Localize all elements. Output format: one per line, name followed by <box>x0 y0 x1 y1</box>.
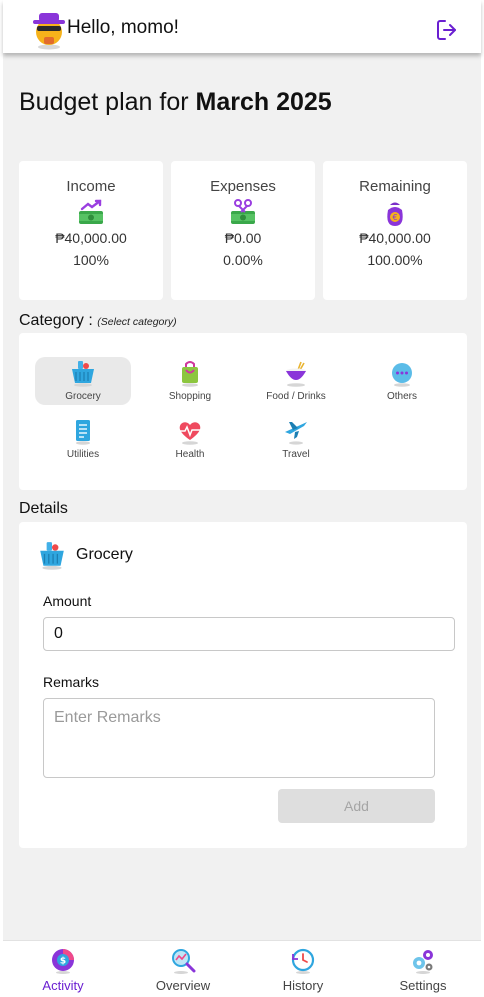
remaining-percent: 100.00% <box>367 252 423 268</box>
nav-label-history: History <box>282 978 324 993</box>
category-hint: (Select category) <box>97 316 177 328</box>
category-travel[interactable]: Travel <box>248 415 344 463</box>
money-up-icon <box>79 199 103 224</box>
nav-label-settings: Settings <box>399 978 447 993</box>
top-header: Hello, momo! <box>3 0 481 53</box>
expenses-percent: 0.00% <box>223 252 263 268</box>
nav-overview[interactable]: Overview <box>123 941 243 997</box>
svg-text:$: $ <box>60 957 66 967</box>
category-label-shopping: Shopping <box>168 391 212 402</box>
category-label-food-drinks: Food / Drinks <box>266 391 326 402</box>
amount-input[interactable] <box>43 617 455 651</box>
category-grocery[interactable]: Grocery <box>35 357 131 405</box>
dollar-coin-icon: $ <box>52 949 74 974</box>
income-percent: 100% <box>73 252 109 268</box>
remarks-label: Remarks <box>43 674 100 690</box>
nav-settings[interactable]: Settings <box>363 941 483 997</box>
details-card: Grocery Amount Remarks Add <box>19 522 467 848</box>
receipt-icon <box>76 420 90 445</box>
expenses-card: Expenses ₱0.00 0.00% <box>171 161 315 300</box>
category-utilities[interactable]: Utilities <box>35 415 131 463</box>
airplane-icon <box>285 422 307 445</box>
income-label: Income <box>66 178 116 195</box>
gears-icon <box>413 950 433 974</box>
nav-label-activity: Activity <box>42 978 84 993</box>
category-others[interactable]: Others <box>354 357 450 405</box>
selected-category-name: Grocery <box>76 546 133 563</box>
income-amount: ₱40,000.00 <box>55 230 127 246</box>
expenses-label: Expenses <box>210 178 276 195</box>
basket-icon <box>40 542 64 570</box>
category-label-health: Health <box>175 449 205 460</box>
logout-icon[interactable] <box>435 18 459 42</box>
shopping-bag-icon <box>182 361 198 387</box>
category-health[interactable]: Health <box>142 415 238 463</box>
clock-history-icon <box>291 948 315 974</box>
category-label-travel: Travel <box>282 449 310 460</box>
expenses-amount: ₱0.00 <box>224 230 262 246</box>
category-food-drinks[interactable]: Food / Drinks <box>248 357 344 405</box>
bottom-nav: $ Activity Overview History Settings <box>3 940 481 997</box>
heart-icon <box>179 422 201 445</box>
remaining-label: Remaining <box>359 178 431 195</box>
category-heading: Category : (Select category) <box>19 312 177 330</box>
details-heading: Details <box>19 500 68 517</box>
category-label-utilities: Utilities <box>66 449 100 460</box>
money-bag-icon: € <box>387 202 403 226</box>
income-card: Income ₱40,000.00 100% <box>19 161 163 300</box>
magnifier-chart-icon <box>172 949 196 974</box>
dots-icon <box>392 363 412 387</box>
greeting-text: Hello, momo! <box>67 17 179 38</box>
category-shopping[interactable]: Shopping <box>142 357 238 405</box>
remarks-input[interactable] <box>43 698 435 778</box>
category-label-grocery: Grocery <box>65 391 101 402</box>
title-month: March 2025 <box>195 88 332 116</box>
remaining-card: Remaining € ₱40,000.00 100.00% <box>323 161 467 300</box>
amount-label: Amount <box>43 593 92 609</box>
svg-text:€: € <box>392 213 397 222</box>
nav-history[interactable]: History <box>243 941 363 997</box>
basket-icon <box>72 361 94 387</box>
nav-label-overview: Overview <box>155 978 211 993</box>
page-title: Budget plan for March 2025 <box>19 88 332 117</box>
category-label-others: Others <box>386 391 417 402</box>
category-card: Grocery Shopping Food / Drinks Others Ut… <box>19 333 467 490</box>
add-button[interactable]: Add <box>278 789 435 823</box>
nav-activity[interactable]: $ Activity <box>3 941 123 997</box>
avatar-icon <box>33 13 65 50</box>
title-prefix: Budget plan for <box>19 88 196 116</box>
remaining-amount: ₱40,000.00 <box>359 230 431 246</box>
bowl-icon <box>286 361 306 387</box>
category-label: Category : <box>19 312 93 329</box>
money-scissors-icon <box>231 199 255 224</box>
